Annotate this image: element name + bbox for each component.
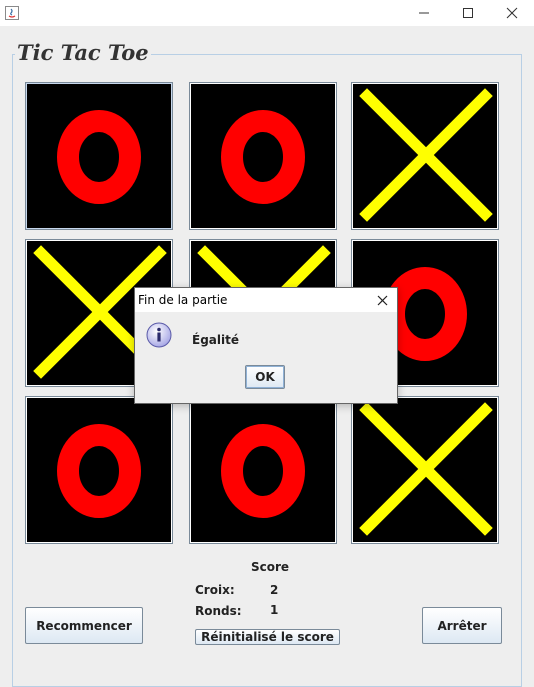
croix-label: Croix:	[195, 583, 235, 597]
maximize-button[interactable]	[446, 0, 490, 26]
game-title: Tic Tac Toe	[15, 40, 151, 66]
ronds-label: Ronds:	[195, 604, 242, 618]
close-window-button[interactable]	[490, 0, 534, 26]
reset-score-button[interactable]: Réinitialisé le score	[195, 629, 340, 645]
game-over-dialog: Fin de la partie Égalité OK	[134, 287, 398, 404]
score-title: Score	[251, 560, 290, 574]
o-mark	[57, 424, 141, 518]
x-mark	[359, 88, 493, 222]
dialog-title: Fin de la partie	[138, 293, 228, 307]
minimize-button[interactable]	[402, 0, 446, 26]
cell-canvas	[191, 84, 335, 228]
croix-score-value: 2	[270, 583, 279, 597]
dialog-message: Égalité	[192, 333, 239, 347]
cell-canvas	[27, 398, 171, 542]
info-icon	[146, 322, 172, 348]
o-mark	[57, 110, 141, 204]
window-titlebar	[0, 0, 534, 26]
cell-canvas	[27, 84, 171, 228]
maximize-icon	[463, 8, 473, 18]
board-cell-2-2[interactable]	[351, 396, 499, 544]
ronds-score-value: 1	[270, 603, 279, 617]
dialog-close-button[interactable]	[371, 289, 393, 311]
cell-canvas	[191, 398, 335, 542]
cell-canvas	[353, 84, 497, 228]
x-mark	[359, 402, 493, 536]
minimize-icon	[419, 12, 429, 14]
close-icon	[377, 295, 387, 305]
dialog-titlebar: Fin de la partie	[135, 288, 397, 312]
close-icon	[506, 7, 518, 19]
board-cell-2-1[interactable]	[189, 396, 337, 544]
o-mark	[221, 424, 305, 518]
cell-canvas	[353, 398, 497, 542]
restart-button[interactable]: Recommencer	[25, 607, 143, 644]
o-mark	[221, 110, 305, 204]
board-cell-0-1[interactable]	[189, 82, 337, 230]
ok-button[interactable]: OK	[245, 365, 285, 389]
board-cell-0-0[interactable]	[25, 82, 173, 230]
board-cell-0-2[interactable]	[351, 82, 499, 230]
stop-button[interactable]: Arrêter	[422, 607, 502, 644]
board-cell-2-0[interactable]	[25, 396, 173, 544]
java-app-icon	[5, 5, 19, 20]
